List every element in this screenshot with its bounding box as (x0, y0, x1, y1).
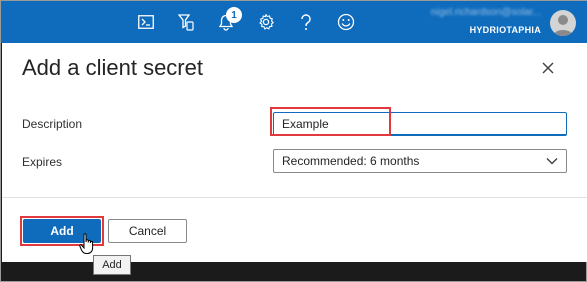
description-input[interactable] (273, 112, 567, 136)
account-directory: HYDRIOTAPHIA (469, 25, 541, 35)
notifications-icon[interactable] (207, 1, 245, 43)
directory-filter-icon[interactable] (167, 1, 205, 43)
account-info[interactable]: nigel.richardson@solar... HYDRIOTAPHIA (371, 6, 541, 36)
avatar[interactable] (550, 10, 576, 36)
cancel-button[interactable]: Cancel (108, 219, 187, 243)
user-avatar-icon (553, 15, 573, 36)
add-client-secret-panel: Add a client secret Description Expires … (2, 43, 587, 262)
close-button[interactable] (536, 56, 560, 80)
feedback-icon[interactable] (327, 1, 365, 43)
cloud-shell-icon[interactable] (127, 1, 165, 43)
notification-count-badge: 1 (226, 7, 242, 23)
expires-dropdown[interactable]: Recommended: 6 months (273, 149, 567, 173)
footer-divider (2, 197, 587, 198)
help-icon[interactable] (287, 1, 325, 43)
account-email: nigel.richardson@solar... (430, 7, 541, 18)
expires-selected-value: Recommended: 6 months (282, 154, 420, 168)
close-icon (542, 62, 554, 74)
top-bar: 1 nigel.richardson@solar... HYDRIOTAPHIA (1, 1, 587, 43)
expires-label: Expires (22, 155, 63, 169)
add-tooltip: Add (93, 255, 131, 275)
panel-title: Add a client secret (22, 55, 203, 80)
hand-cursor-icon (79, 233, 94, 254)
settings-icon[interactable] (247, 1, 285, 43)
description-label: Description (22, 117, 83, 131)
window-frame: 1 nigel.richardson@solar... HYDRIOTAPHIA… (0, 0, 587, 282)
chevron-down-icon (546, 158, 558, 165)
